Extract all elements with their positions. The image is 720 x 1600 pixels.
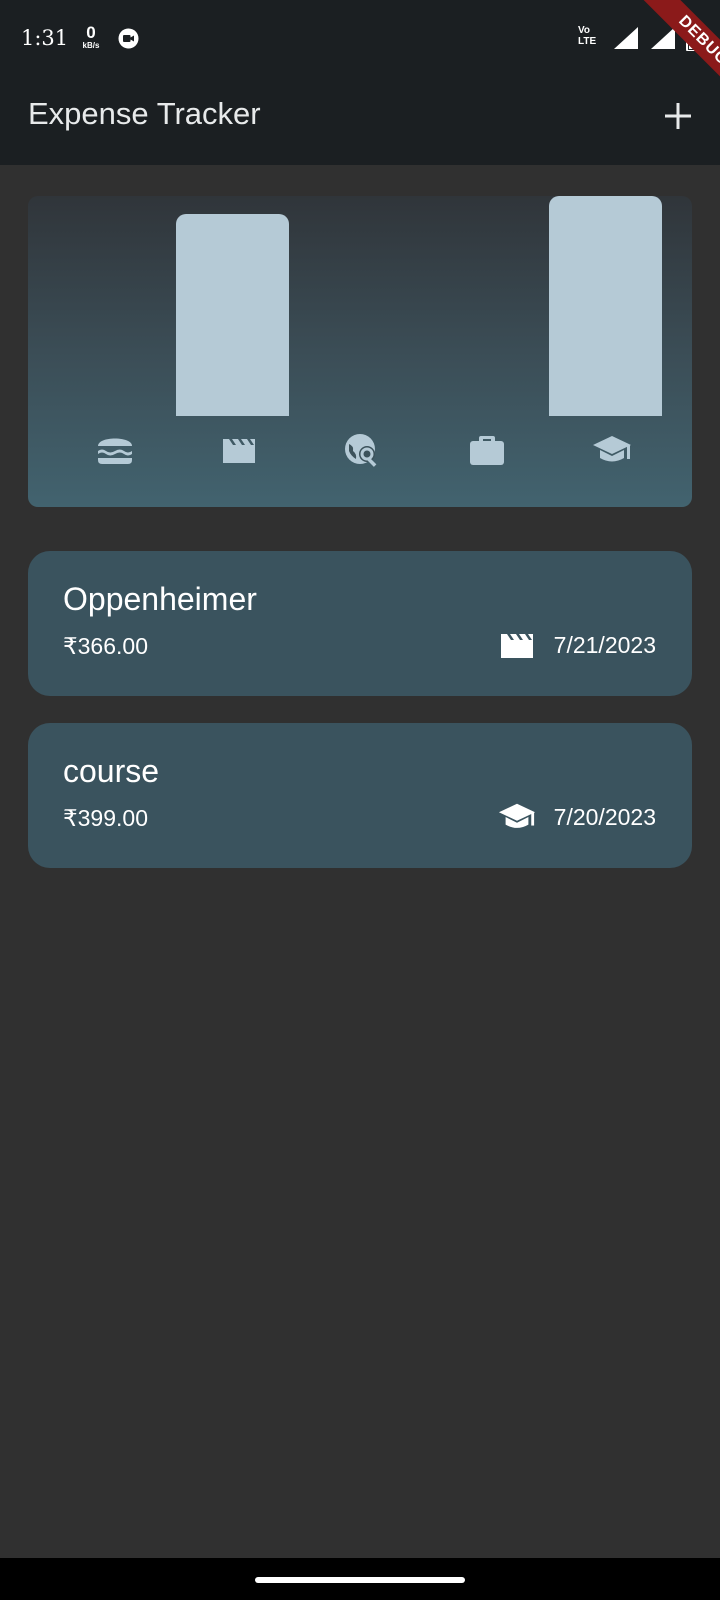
chart-bar-slot-leisure [176, 196, 289, 416]
chart-bar-leisure [176, 213, 289, 416]
briefcase-icon [430, 428, 543, 472]
expense-amount: ₹366.00 [63, 633, 148, 659]
travel-explore-icon [306, 428, 419, 472]
expense-title: course [63, 753, 160, 789]
list-item[interactable]: Oppenheimer ₹366.00 7/21/2023 [28, 551, 692, 696]
volte-indicator: Vo LTE [578, 25, 597, 47]
expense-date: 7/21/2023 [553, 631, 656, 658]
network-speed-value: 0 [86, 23, 96, 42]
graduation-cap-icon [555, 428, 668, 472]
add-expense-button[interactable] [658, 96, 698, 136]
movie-clapper-icon [182, 428, 295, 472]
hamburger-icon [58, 428, 171, 472]
expense-amount: ₹399.00 [63, 805, 148, 831]
status-time: 1:31 [21, 26, 69, 50]
expense-chart [28, 196, 692, 507]
chart-bar-slot-work [430, 196, 543, 416]
expense-meta: 7/21/2023 [498, 629, 656, 661]
app-bar: Expense Tracker [0, 80, 720, 165]
chart-bar-education [549, 196, 662, 416]
network-speed: 0 kB/s [79, 24, 103, 50]
movie-clapper-icon [498, 629, 536, 661]
list-item[interactable]: course ₹399.00 7/20/2023 [28, 723, 692, 868]
chart-bar-slot-education [549, 196, 662, 416]
graduation-cap-icon [498, 801, 536, 833]
status-bar: 1:31 0 kB/s Vo LTE DEBUG [0, 0, 720, 111]
volte-top: Vo [578, 25, 591, 36]
chart-bars [58, 196, 662, 416]
screen-record-icon [118, 28, 139, 49]
page-title: Expense Tracker [28, 96, 261, 131]
chart-category-icons [58, 428, 662, 472]
expense-title: Oppenheimer [63, 581, 257, 617]
plus-icon [665, 103, 691, 129]
chart-bar-slot-travel [303, 196, 416, 416]
chart-bar-slot-food [58, 196, 171, 416]
expense-date: 7/20/2023 [553, 803, 656, 830]
network-speed-unit: kB/s [82, 41, 100, 50]
home-gesture-handle[interactable] [255, 1577, 465, 1583]
expense-meta: 7/20/2023 [498, 801, 656, 833]
volte-bottom: LTE [578, 35, 597, 47]
system-nav-bar [0, 1558, 720, 1600]
